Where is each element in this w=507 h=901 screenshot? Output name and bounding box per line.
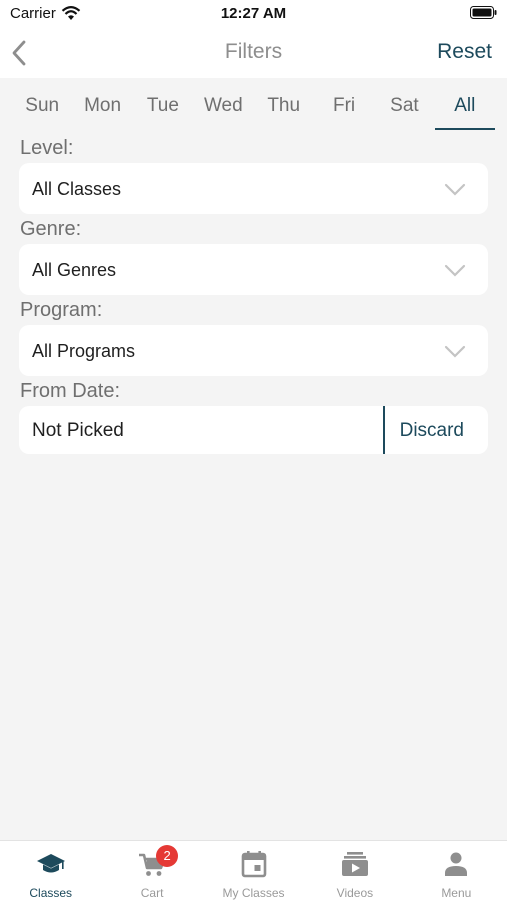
calendar-icon bbox=[241, 851, 266, 878]
program-value: All Programs bbox=[32, 341, 136, 361]
chevron-down-icon bbox=[444, 345, 466, 358]
battery-icon bbox=[470, 6, 497, 19]
tab-videos[interactable]: Videos bbox=[304, 841, 405, 901]
from-date-field: Not Picked Discard bbox=[19, 406, 488, 454]
tab-fri[interactable]: Fri bbox=[314, 86, 374, 128]
reset-button[interactable]: Reset bbox=[437, 40, 492, 64]
tab-menu-label: Menu bbox=[441, 886, 472, 900]
tab-cart[interactable]: 2 Cart bbox=[101, 841, 202, 901]
graduation-cap-icon bbox=[36, 854, 65, 873]
from-date-value[interactable]: Not Picked bbox=[32, 420, 124, 442]
tab-classes-label: Classes bbox=[29, 886, 73, 900]
program-select[interactable]: All Programs bbox=[19, 325, 488, 376]
page-title: Filters bbox=[224, 40, 283, 63]
from-date-label: From Date: bbox=[20, 380, 121, 402]
program-label: Program: bbox=[20, 299, 103, 321]
chevron-down-icon bbox=[444, 183, 466, 196]
chevron-down-icon bbox=[444, 264, 466, 277]
status-time: 12:27 AM bbox=[220, 5, 287, 22]
tab-menu[interactable]: Menu bbox=[406, 841, 507, 901]
video-library-icon bbox=[341, 852, 368, 876]
level-label: Level: bbox=[20, 137, 74, 159]
tab-thu[interactable]: Thu bbox=[254, 86, 314, 128]
tab-cart-label: Cart bbox=[140, 886, 164, 900]
status-bar: Carrier 12:27 AM bbox=[0, 0, 507, 28]
level-select[interactable]: All Classes bbox=[19, 163, 488, 214]
nav-bar: Filters Reset bbox=[0, 28, 507, 78]
person-icon bbox=[445, 852, 468, 876]
tab-sun[interactable]: Sun bbox=[12, 86, 72, 128]
tab-my-classes[interactable]: My Classes bbox=[203, 841, 304, 901]
level-value: All Classes bbox=[32, 179, 122, 199]
cart-badge: 2 bbox=[156, 845, 179, 867]
genre-select[interactable]: All Genres bbox=[19, 244, 488, 295]
genre-value: All Genres bbox=[32, 260, 117, 280]
tab-bar: Classes 2 Cart My Classes Videos Menu bbox=[0, 840, 507, 901]
tab-classes[interactable]: Classes bbox=[0, 841, 101, 901]
tab-videos-label: Videos bbox=[336, 886, 374, 900]
discard-button[interactable]: Discard bbox=[400, 420, 464, 442]
divider bbox=[383, 406, 385, 454]
tab-tue[interactable]: Tue bbox=[133, 86, 193, 128]
day-tabs: Sun Mon Tue Wed Thu Fri Sat All bbox=[12, 86, 496, 130]
tab-sat[interactable]: Sat bbox=[374, 86, 434, 128]
tab-mon[interactable]: Mon bbox=[72, 86, 132, 128]
tab-wed[interactable]: Wed bbox=[193, 86, 253, 128]
tab-my-classes-label: My Classes bbox=[222, 886, 285, 900]
tab-all[interactable]: All bbox=[434, 86, 496, 130]
genre-label: Genre: bbox=[20, 218, 82, 240]
